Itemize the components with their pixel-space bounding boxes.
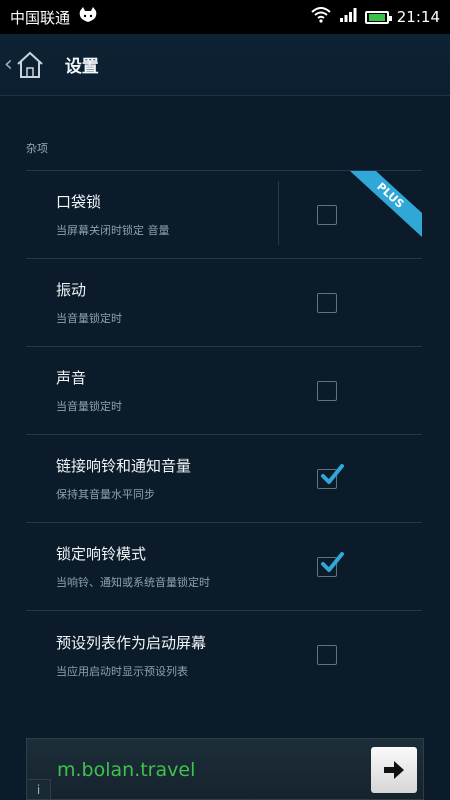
setting-subtitle: 保持其音量水平同步 [56,488,155,501]
info-icon[interactable]: i [27,779,51,799]
status-left: 中国联通 [10,7,98,28]
battery-level [368,13,385,21]
setting-row-preset-startup[interactable]: 预设列表作为启动屏幕 当应用启动时显示预设列表 [26,611,422,699]
row-text: 声音 当音量锁定时 [26,367,276,414]
status-right: 21:14 [311,7,440,27]
setting-subtitle: 当响铃、通知或系统音量锁定时 [56,576,210,589]
battery-icon [364,10,392,24]
setting-row-pocket-lock[interactable]: 口袋锁 当屏幕关闭时锁定 音量 PLUS [26,171,422,259]
row-text: 振动 当音量锁定时 [26,279,276,326]
lock-ringer-mode-checkbox[interactable] [317,557,337,577]
setting-title: 声音 [56,369,87,387]
setting-row-vibrate[interactable]: 振动 当音量锁定时 [26,259,422,347]
ad-arrow-button[interactable] [371,747,417,793]
ad-banner[interactable]: m.bolan.travel i [26,738,424,800]
signal-icon [339,7,357,27]
setting-subtitle: 当应用启动时显示预设列表 [56,664,188,678]
clock: 21:14 [396,8,440,26]
row-text: 口袋锁 当屏幕关闭时锁定 音量 [26,191,276,238]
setting-title: 预设列表作为启动屏幕 [56,633,207,652]
status-bar: 中国联通 21:14 [0,0,450,34]
wifi-icon [311,7,331,27]
setting-row-sound[interactable]: 声音 当音量锁定时 [26,347,422,435]
setting-row-lock-ringer-mode[interactable]: 锁定响铃模式 当响铃、通知或系统音量锁定时 [26,523,422,611]
app-header: ‹ 设置 [0,34,450,96]
arrow-right-icon [384,761,404,779]
pocket-lock-checkbox[interactable] [317,205,337,225]
page-title: 设置 [64,57,99,77]
home-icon [15,50,45,80]
setting-subtitle: 当屏幕关闭时锁定 音量 [56,224,170,237]
cat-icon [78,7,98,27]
vibrate-checkbox[interactable] [317,293,337,313]
preset-startup-checkbox[interactable] [317,645,337,665]
carrier-label: 中国联通 [10,8,71,27]
setting-row-link-volumes[interactable]: 链接响铃和通知音量 保持其音量水平同步 [26,435,422,523]
setting-subtitle: 当音量锁定时 [56,400,122,413]
row-text: 预设列表作为启动屏幕 当应用启动时显示预设列表 [26,632,276,679]
setting-subtitle: 当音量锁定时 [56,312,122,325]
setting-title: 口袋锁 [56,193,102,211]
section-header: 杂项 [26,96,422,171]
ad-text[interactable]: m.bolan.travel [57,759,195,781]
setting-title: 锁定响铃模式 [56,545,147,563]
back-home-button[interactable]: ‹ [0,50,45,80]
settings-list: 杂项 口袋锁 当屏幕关闭时锁定 音量 PLUS 振动 当音量锁定时 声音 当音量… [26,96,422,699]
setting-title: 链接响铃和通知音量 [56,457,192,475]
row-text: 链接响铃和通知音量 保持其音量水平同步 [26,455,276,502]
setting-title: 振动 [56,281,87,299]
link-volumes-checkbox[interactable] [317,469,337,489]
row-text: 锁定响铃模式 当响铃、通知或系统音量锁定时 [26,543,276,590]
sound-checkbox[interactable] [317,381,337,401]
chevron-left-icon: ‹ [4,52,13,77]
plus-badge: PLUS [350,171,422,237]
divider [278,181,279,245]
